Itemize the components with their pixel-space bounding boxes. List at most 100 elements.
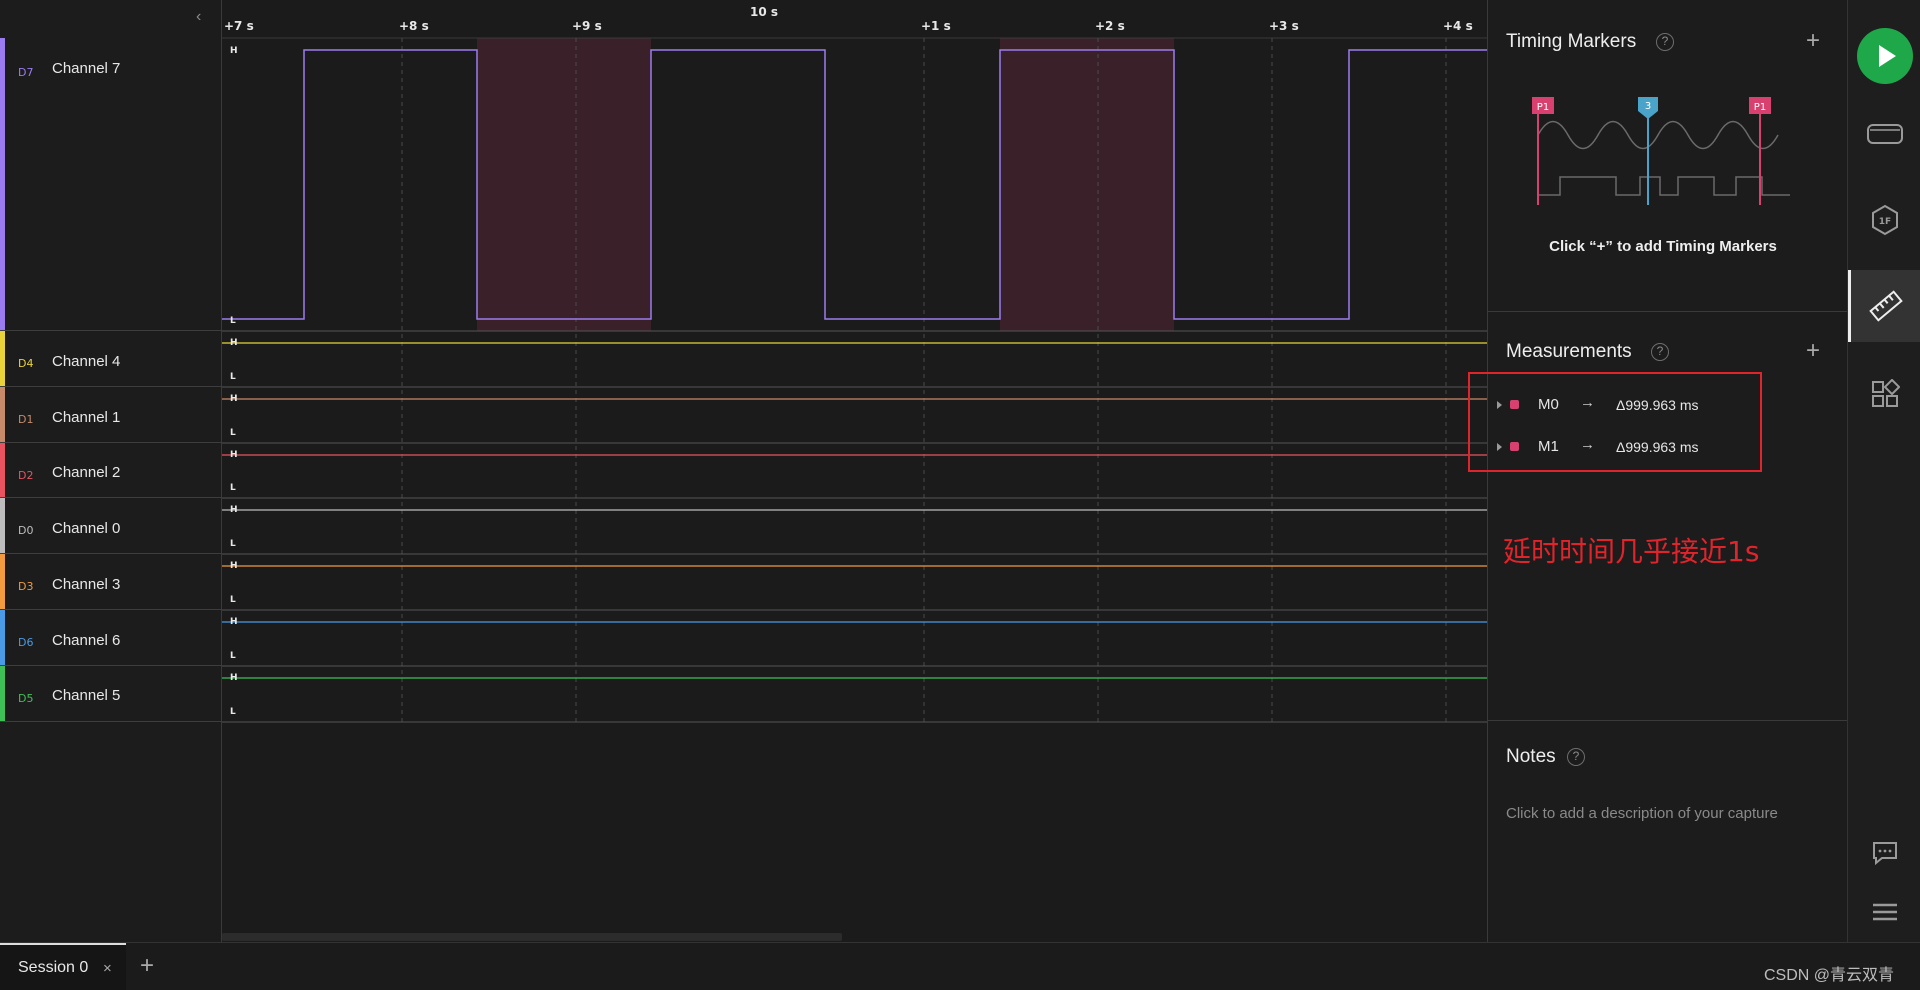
channel-id: D3 (18, 580, 34, 593)
watermark: CSDN @青云双青 (1763, 967, 1894, 984)
notes-input[interactable]: Click to add a description of your captu… (1506, 805, 1778, 822)
channel-row-0[interactable]: D0 Channel 0 (0, 498, 222, 554)
level-low-label: L (230, 707, 236, 717)
timing-markers-hint: Click “+” to add Timing Markers (1549, 238, 1777, 255)
channel-color-bar (0, 554, 5, 609)
channel-name[interactable]: Channel 2 (52, 464, 120, 481)
channel-row-6[interactable]: D6 Channel 6 (0, 610, 222, 666)
measurements-title: Measurements (1506, 341, 1632, 362)
section-divider (1488, 720, 1848, 721)
timing-markers-title: Timing Markers (1506, 31, 1637, 52)
ruler-tick-label: +2 s (1095, 19, 1125, 33)
level-labels: H L H L H L H L H L H L H L H L (230, 46, 238, 717)
time-ruler[interactable]: +7 s +8 s +9 s 10 s +1 s +2 s +3 s +4 s (224, 5, 1473, 33)
channel-row-1[interactable]: D1 Channel 1 (0, 387, 222, 443)
extensions-button[interactable] (1848, 358, 1920, 430)
analyzer-icon: 1F (1871, 204, 1898, 236)
level-low-label: L (230, 651, 236, 661)
channel-color-bar (0, 610, 5, 665)
level-high-label: H (230, 505, 238, 515)
waveform-view[interactable]: +7 s +8 s +9 s 10 s +1 s +2 s +3 s +4 s (222, 0, 1487, 942)
measurements-help-icon[interactable]: ? (1651, 343, 1669, 361)
ruler-icon (1869, 290, 1903, 322)
channel-name[interactable]: Channel 6 (52, 632, 120, 649)
device-icon (1866, 124, 1903, 144)
feedback-button[interactable] (1848, 828, 1920, 878)
menu-icon (1872, 903, 1897, 921)
level-high-label: H (230, 394, 238, 404)
channel-row-5[interactable]: D5 Channel 5 (0, 666, 222, 722)
measurement-region-m1[interactable] (1000, 38, 1174, 331)
device-icon-body (1866, 124, 1903, 144)
level-low-label: L (230, 595, 236, 605)
ruler-tick-label: +3 s (1269, 19, 1299, 33)
channel-row-3[interactable]: D3 Channel 3 (0, 554, 222, 610)
ruler-tick-label: 10 s (750, 5, 778, 19)
ruler-icon-body (1869, 290, 1903, 322)
channel-id: D7 (18, 66, 34, 79)
ruler-tick-label: +7 s (224, 19, 254, 33)
annotation-text: 延时时间几乎接近1s (1503, 535, 1760, 568)
channel-id: D5 (18, 692, 34, 705)
annotation-highlight-box (1468, 372, 1762, 472)
level-high-label: H (230, 338, 238, 348)
notes-help-icon[interactable]: ? (1567, 748, 1585, 766)
channel-name[interactable]: Channel 5 (52, 687, 120, 704)
extensions-icon-square (1885, 395, 1898, 407)
scrollbar-thumb[interactable] (222, 933, 842, 941)
feedback-icon (1872, 842, 1897, 866)
illustration-square-wave (1538, 176, 1790, 196)
level-low-label: L (230, 372, 236, 382)
session-tab-label[interactable]: Session 0 (18, 959, 88, 977)
collapse-icon[interactable]: ‹ (196, 8, 201, 26)
add-timing-marker-button[interactable]: + (1806, 29, 1820, 53)
level-high-label: H (230, 450, 238, 460)
channel-row-4[interactable]: D4 Channel 4 (0, 331, 222, 387)
measurements-tab-button[interactable] (1848, 270, 1920, 342)
horizontal-scrollbar[interactable] (222, 930, 1487, 942)
notes-title: Notes (1506, 746, 1556, 767)
timing-markers-help-icon[interactable]: ? (1656, 33, 1674, 51)
channel-id: D0 (18, 524, 34, 537)
analyzer-icon-text: 1F (1878, 217, 1890, 227)
channel-name[interactable]: Channel 0 (52, 520, 120, 537)
channel-name[interactable]: Channel 1 (52, 409, 120, 426)
level-high-label: H (230, 673, 238, 683)
extensions-icon-square (1871, 395, 1884, 407)
session-tab[interactable]: Session 0 × (0, 943, 126, 990)
extensions-icon-square (1871, 381, 1884, 393)
illustration-flag-left-label: P1 (1537, 102, 1549, 113)
extensions-icon-square (1883, 379, 1900, 396)
ruler-tick-label: +8 s (399, 19, 429, 33)
channel-name[interactable]: Channel 4 (52, 353, 120, 370)
analyzers-button[interactable]: 1F (1848, 184, 1920, 256)
main-menu-button[interactable] (1848, 887, 1920, 937)
ruler-icon-tick (1879, 302, 1885, 309)
feedback-icon-bubble (1872, 842, 1897, 866)
channel-id: D2 (18, 469, 34, 482)
waveform-canvas[interactable]: +7 s +8 s +9 s 10 s +1 s +2 s +3 s +4 s (222, 0, 1487, 942)
ruler-icon-tick (1888, 294, 1894, 301)
channel-name[interactable]: Channel 3 (52, 576, 120, 593)
add-measurement-button[interactable]: + (1806, 339, 1820, 363)
channel-row-2[interactable]: D2 Channel 2 (0, 443, 222, 498)
start-capture-button[interactable] (1848, 20, 1920, 92)
illustration-flag-right-label: P1 (1754, 102, 1766, 113)
device-button[interactable] (1848, 98, 1920, 170)
measurement-region-m0[interactable] (477, 38, 651, 331)
illustration-flag-middle-label: 3 (1645, 101, 1651, 112)
add-session-button[interactable]: + (140, 952, 154, 980)
illustration-sine-wave (1537, 120, 1779, 150)
close-icon[interactable]: × (103, 960, 112, 977)
level-low-label: L (230, 539, 236, 549)
channel-panel: ‹ D7 Channel 7 D4 Channel 4 D1 Channel 1… (0, 0, 222, 942)
channel-row-7[interactable]: D7 Channel 7 (0, 38, 222, 331)
ruler-tick-label: +4 s (1443, 19, 1473, 33)
feedback-icon-dot (1878, 849, 1881, 853)
channel-name[interactable]: Channel 7 (52, 60, 120, 77)
ruler-tick-label: +9 s (572, 19, 602, 33)
channel-color-bar (0, 387, 5, 442)
feedback-icon-dot (1883, 849, 1886, 853)
channel-color-bar (0, 443, 5, 497)
channel-id: D4 (18, 357, 34, 370)
